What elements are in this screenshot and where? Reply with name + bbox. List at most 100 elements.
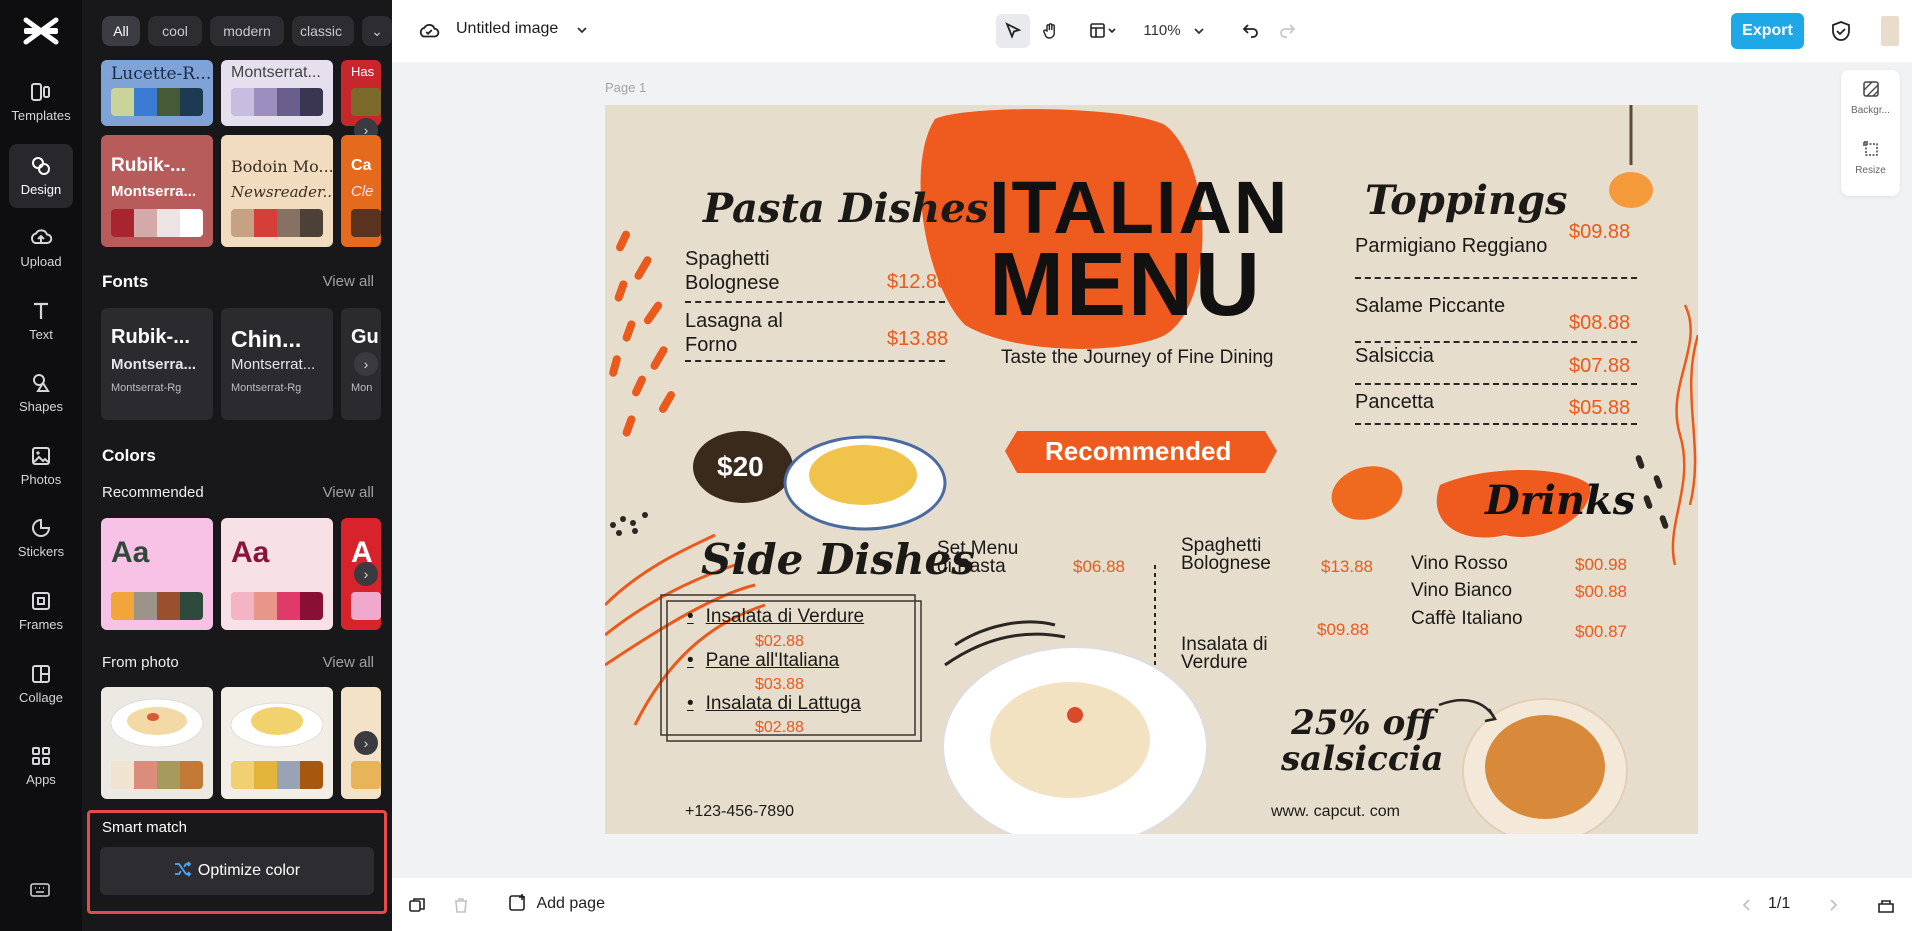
page-color-thumbnail[interactable] xyxy=(1881,16,1899,46)
prev-page-icon[interactable] xyxy=(1740,898,1754,912)
background-icon xyxy=(1862,81,1879,97)
rail-item-upload[interactable]: Upload xyxy=(9,216,73,280)
filter-chip-all[interactable]: All xyxy=(102,16,140,46)
color-swatch xyxy=(180,88,203,116)
photo-palette-card[interactable] xyxy=(221,687,333,799)
theme-card[interactable]: Ca Cle xyxy=(341,135,381,247)
recommended-next-button[interactable]: › xyxy=(354,562,378,586)
drink-name: Vino Rosso xyxy=(1411,553,1508,574)
color-swatch xyxy=(111,761,134,789)
fonts-next-button[interactable]: › xyxy=(354,352,378,376)
theme-swatches xyxy=(231,88,323,116)
divider xyxy=(1355,277,1637,279)
theme-card[interactable]: Bodoin Mo... Newsreader... xyxy=(221,135,333,247)
font-card[interactable]: Rubik-... Montserra... Montserrat-Rg xyxy=(101,308,213,420)
promo-text: 25% off salsiccia xyxy=(1281,703,1444,779)
pasta-item-2-name: Lasagna al Forno xyxy=(685,310,783,356)
layout-tool-button[interactable] xyxy=(1084,14,1124,48)
export-button[interactable]: Export xyxy=(1731,13,1804,49)
page-label: Page 1 xyxy=(605,80,647,95)
topping-name: Salame Piccante xyxy=(1355,295,1506,317)
keyboard-icon[interactable] xyxy=(28,878,52,902)
redo-icon[interactable] xyxy=(1278,21,1296,39)
palette-sample-text: Aa xyxy=(231,536,270,569)
resize-tool-button[interactable]: Resize xyxy=(1841,140,1900,176)
rail-item-photos[interactable]: Photos xyxy=(9,434,73,498)
theme-swatches xyxy=(111,88,203,116)
from-photo-view-all-link[interactable]: View all xyxy=(323,654,374,671)
divider xyxy=(685,360,945,362)
color-palette-card[interactable]: Aa xyxy=(101,518,213,630)
apps-icon xyxy=(32,747,50,765)
layers-icon[interactable] xyxy=(1876,895,1896,915)
rail-item-apps[interactable]: Apps xyxy=(9,734,73,798)
color-swatch xyxy=(254,88,277,116)
color-swatch xyxy=(277,88,300,116)
next-page-icon[interactable] xyxy=(1826,898,1840,912)
rail-item-label: Templates xyxy=(11,108,71,123)
theme-swatches xyxy=(351,88,381,116)
rail-item-label: Shapes xyxy=(18,399,64,414)
color-swatch xyxy=(157,592,180,620)
theme-card[interactable]: Rubik-... Montserra... xyxy=(101,135,213,247)
pasta-item-1-price: $12.88 xyxy=(887,271,949,293)
rail-item-templates[interactable]: Templates xyxy=(9,70,73,134)
pasta-dishes-heading: Pasta Dishes xyxy=(703,185,989,232)
trash-icon[interactable] xyxy=(452,896,470,914)
add-page-label: Add page xyxy=(536,895,605,912)
pasta-item-2-price: $13.88 xyxy=(887,328,949,350)
photo-palette-card[interactable] xyxy=(101,687,213,799)
smart-match-section: Smart match Optimize color xyxy=(87,810,387,914)
chevron-down-icon[interactable] xyxy=(575,23,589,37)
color-swatch xyxy=(231,88,254,116)
filter-chip-modern[interactable]: modern xyxy=(210,16,284,46)
background-tool-button[interactable]: Backgr... xyxy=(1841,80,1900,116)
optimize-color-button[interactable]: Optimize color xyxy=(100,847,374,895)
filter-chip-cool[interactable]: cool xyxy=(148,16,202,46)
color-swatch xyxy=(180,209,203,237)
color-swatch xyxy=(134,209,157,237)
rail-item-collage[interactable]: Collage xyxy=(9,652,73,716)
rail-item-label: Design xyxy=(20,182,62,197)
theme-card[interactable]: Lucette-R... xyxy=(101,60,213,126)
zoom-chevron-down-icon[interactable] xyxy=(1192,24,1206,38)
rail-item-frames[interactable]: Frames xyxy=(9,579,73,643)
palette-sample-text: Aa xyxy=(111,536,150,569)
capcut-logo-icon[interactable] xyxy=(22,14,60,48)
zoom-level[interactable]: 110% xyxy=(1142,14,1182,48)
topping-price: $07.88 xyxy=(1569,355,1631,377)
from-photo-next-button[interactable]: › xyxy=(354,731,378,755)
color-palette-card[interactable]: Aa xyxy=(221,518,333,630)
rail-item-stickers[interactable]: Stickers xyxy=(9,506,73,570)
top-toolbar: Untitled image 110% Export xyxy=(392,0,1912,62)
right-swirl-lines xyxy=(1671,304,1698,566)
cursor-icon xyxy=(1005,22,1022,39)
hand-tool-button[interactable] xyxy=(1034,14,1068,48)
font-card-caption: Mon xyxy=(351,382,373,394)
shield-check-icon[interactable] xyxy=(1831,20,1851,42)
theme-card[interactable]: Has xyxy=(341,60,381,126)
menu-design-page[interactable]: Pasta Dishes Spaghetti Bolognese $12.88 L… xyxy=(605,105,1698,834)
scatter-dots-left xyxy=(610,512,648,536)
color-swatch xyxy=(300,761,323,789)
add-page-button[interactable]: Add page xyxy=(508,893,605,917)
rail-item-text[interactable]: Text xyxy=(9,289,73,353)
fonts-section-title: Fonts xyxy=(102,272,149,291)
duplicate-page-icon[interactable] xyxy=(408,896,426,914)
filter-expand-button[interactable]: ⌄ xyxy=(362,16,392,46)
theme-font-secondary: Montserra... xyxy=(111,183,197,200)
font-card[interactable]: Chin... Montserrat... Montserrat-Rg xyxy=(221,308,333,420)
fonts-view-all-link[interactable]: View all xyxy=(323,273,374,290)
cloud-save-icon[interactable] xyxy=(418,20,440,42)
select-tool-button[interactable] xyxy=(996,14,1030,48)
theme-card[interactable]: Montserrat... xyxy=(221,60,333,126)
optimize-color-label: Optimize color xyxy=(197,862,301,879)
filter-chip-classic[interactable]: classic xyxy=(292,16,354,46)
rail-item-design[interactable]: Design xyxy=(9,144,73,208)
document-title[interactable]: Untitled image xyxy=(456,20,558,38)
rail-item-shapes[interactable]: Shapes xyxy=(9,361,73,425)
undo-icon[interactable] xyxy=(1242,21,1260,39)
side-item-name: • Pane all'Italiana xyxy=(687,650,840,671)
color-swatch xyxy=(277,209,300,237)
recommended-view-all-link[interactable]: View all xyxy=(323,484,374,501)
